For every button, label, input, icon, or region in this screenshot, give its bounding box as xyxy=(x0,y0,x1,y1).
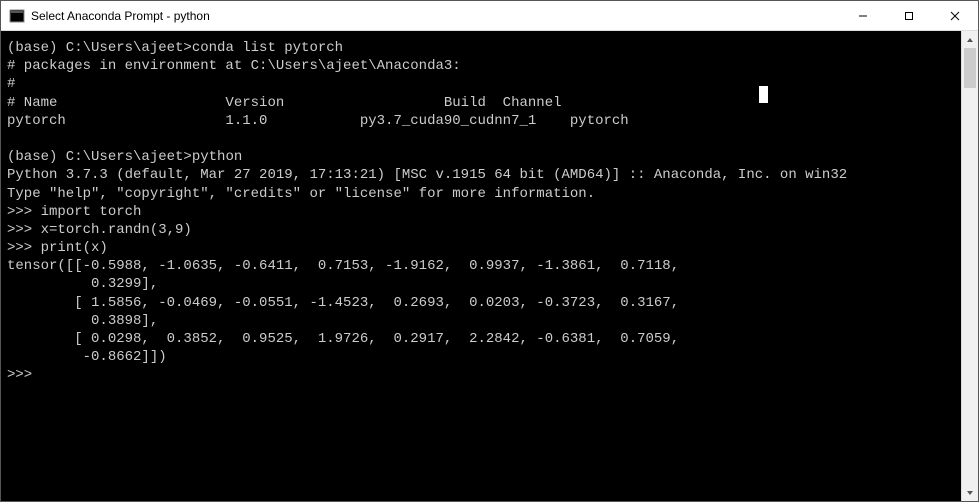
repl-prompt: >>> xyxy=(7,222,41,238)
text-cursor xyxy=(759,86,768,103)
output-text: Python 3.7.3 (default, Mar 27 2019, 17:1… xyxy=(7,167,847,183)
scroll-down-arrow-icon[interactable] xyxy=(962,484,978,501)
output-text: # packages in environment at C:\Users\aj… xyxy=(7,58,461,74)
window-title: Select Anaconda Prompt - python xyxy=(31,9,210,23)
output-text: Type "help", "copyright", "credits" or "… xyxy=(7,186,595,202)
output-text: tensor([[-0.5988, -1.0635, -0.6411, 0.71… xyxy=(7,258,679,274)
command-text: import torch xyxy=(41,204,142,220)
repl-prompt: >>> xyxy=(7,367,32,383)
prompt-text: (base) C:\Users\ajeet> xyxy=(7,40,192,56)
terminal-output[interactable]: (base) C:\Users\ajeet>conda list pytorch… xyxy=(1,31,961,501)
output-text: [ 0.0298, 0.3852, 0.9525, 1.9726, 0.2917… xyxy=(7,331,679,347)
terminal-container: (base) C:\Users\ajeet>conda list pytorch… xyxy=(1,31,978,501)
maximize-button[interactable] xyxy=(886,1,932,30)
window-titlebar: Select Anaconda Prompt - python xyxy=(1,1,978,31)
app-icon xyxy=(9,8,25,24)
command-text: conda list pytorch xyxy=(192,40,343,56)
repl-prompt: >>> xyxy=(7,204,41,220)
output-text: 0.3299], xyxy=(7,276,158,292)
output-text: # Name Version Build Channel xyxy=(7,95,562,111)
prompt-text: (base) C:\Users\ajeet> xyxy=(7,149,192,165)
window-controls xyxy=(840,1,978,30)
command-text: x=torch.randn(3,9) xyxy=(41,222,192,238)
command-text: print(x) xyxy=(41,240,108,256)
minimize-button[interactable] xyxy=(840,1,886,30)
repl-prompt: >>> xyxy=(7,240,41,256)
output-text: -0.8662]]) xyxy=(7,349,167,365)
close-button[interactable] xyxy=(932,1,978,30)
output-text: 0.3898], xyxy=(7,313,158,329)
scroll-up-arrow-icon[interactable] xyxy=(962,31,978,48)
output-text: [ 1.5856, -0.0469, -0.0551, -1.4523, 0.2… xyxy=(7,295,679,311)
output-text: # xyxy=(7,76,15,92)
command-text: python xyxy=(192,149,242,165)
output-text: pytorch 1.1.0 py3.7_cuda90_cudnn7_1 pyto… xyxy=(7,113,629,129)
vertical-scrollbar[interactable] xyxy=(961,31,978,501)
scroll-thumb[interactable] xyxy=(964,48,976,88)
